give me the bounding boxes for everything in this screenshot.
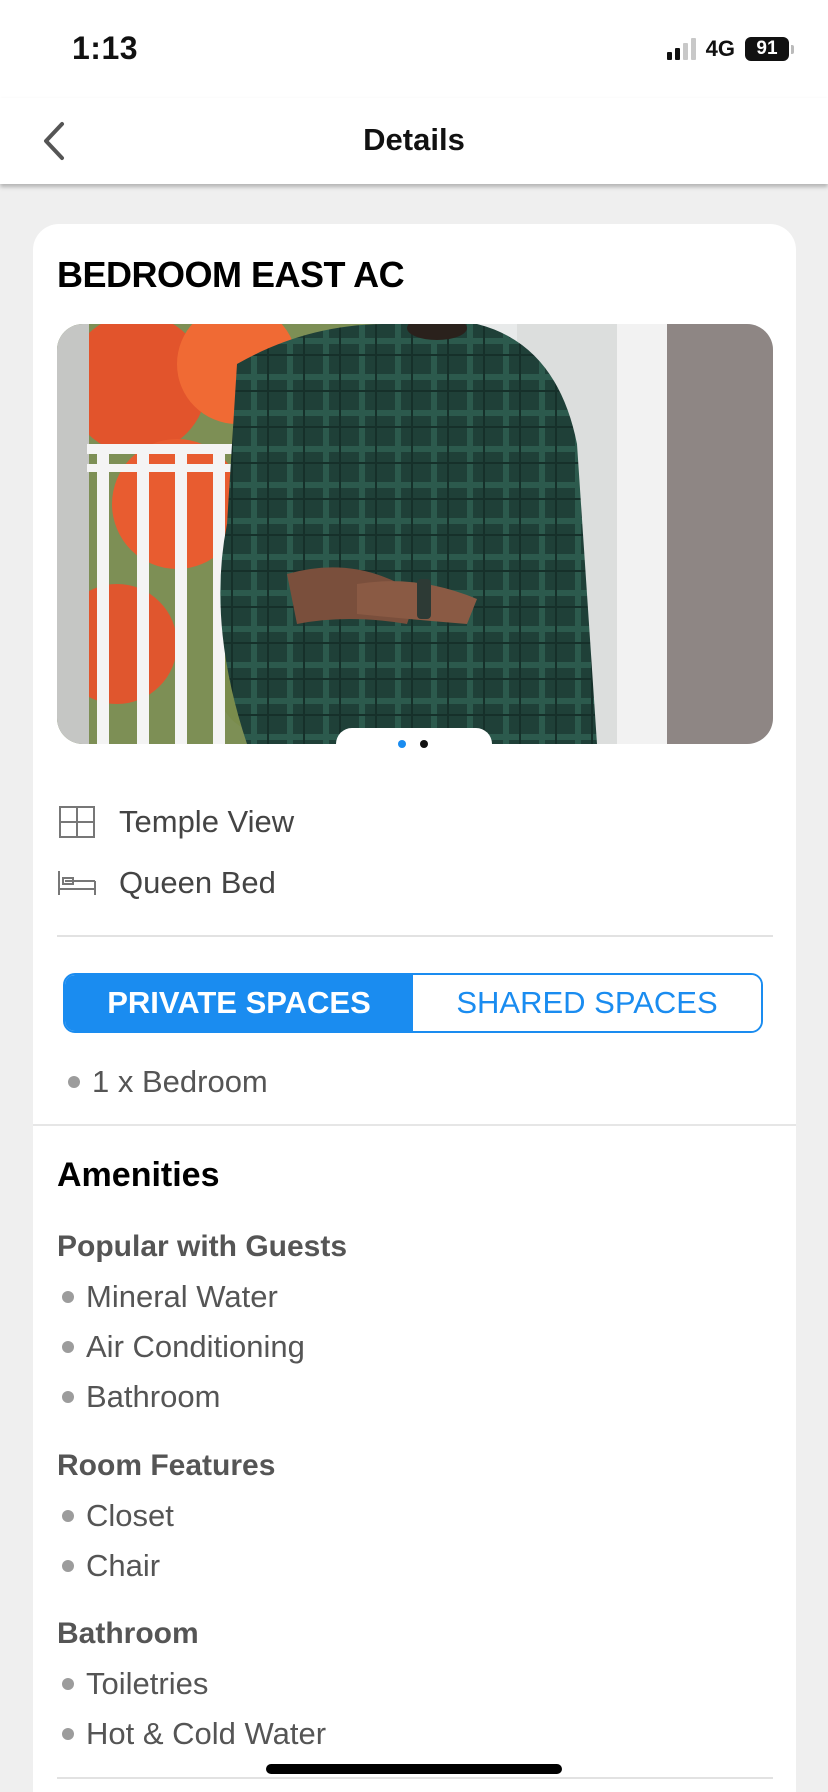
bullet-icon bbox=[62, 1678, 74, 1690]
carousel-dot-active[interactable] bbox=[398, 740, 406, 748]
room-details-card: BEDROOM EAST AC Temple View Queen Bed PR… bbox=[33, 224, 796, 1792]
amenities-title: Amenities bbox=[57, 1156, 220, 1194]
tab-shared-spaces[interactable]: SHARED SPACES bbox=[413, 975, 761, 1031]
amenity-group-title: Popular with Guests bbox=[57, 1230, 348, 1263]
room-photo[interactable] bbox=[57, 324, 773, 744]
list-item: Toiletries bbox=[62, 1666, 208, 1702]
feature-label: Queen Bed bbox=[119, 865, 276, 900]
battery-icon: 91 bbox=[745, 37, 794, 61]
divider bbox=[57, 935, 773, 937]
bullet-icon bbox=[62, 1728, 74, 1740]
list-item: Bathroom bbox=[62, 1379, 220, 1415]
bullet-icon bbox=[62, 1291, 74, 1303]
list-item: Hot & Cold Water bbox=[62, 1716, 326, 1752]
tab-private-spaces[interactable]: PRIVATE SPACES bbox=[65, 975, 413, 1031]
nav-bar: Details bbox=[0, 98, 828, 184]
feature-view: Temple View bbox=[57, 804, 294, 840]
amenity-group-title: Room Features bbox=[57, 1449, 276, 1482]
list-item: Closet bbox=[62, 1498, 174, 1534]
section-divider bbox=[33, 1124, 796, 1126]
feature-bed: Queen Bed bbox=[57, 865, 276, 901]
window-icon bbox=[57, 804, 97, 840]
status-time: 1:13 bbox=[72, 30, 139, 66]
bullet-icon bbox=[68, 1076, 80, 1088]
cellular-signal-icon bbox=[666, 38, 696, 60]
list-item: Air Conditioning bbox=[62, 1329, 305, 1365]
bullet-icon bbox=[62, 1341, 74, 1353]
list-item: Chair bbox=[62, 1548, 160, 1584]
home-indicator[interactable] bbox=[266, 1764, 562, 1774]
divider bbox=[57, 1777, 773, 1779]
page-title: Details bbox=[363, 122, 465, 157]
amenity-group-title: Bathroom bbox=[57, 1617, 199, 1650]
room-photo-image bbox=[57, 324, 773, 744]
list-item: Mineral Water bbox=[62, 1279, 278, 1315]
bullet-icon bbox=[62, 1391, 74, 1403]
status-indicators: 4G 91 bbox=[666, 36, 794, 62]
battery-level: 91 bbox=[745, 37, 789, 61]
feature-label: Temple View bbox=[119, 804, 295, 839]
bed-icon bbox=[57, 865, 97, 901]
carousel-indicator bbox=[336, 728, 492, 768]
carousel-dot[interactable] bbox=[420, 740, 428, 748]
spaces-segmented-control: PRIVATE SPACES SHARED SPACES bbox=[63, 973, 763, 1033]
room-title: BEDROOM EAST AC bbox=[57, 254, 405, 295]
network-type: 4G bbox=[705, 36, 735, 61]
bullet-icon bbox=[62, 1560, 74, 1572]
bullet-icon bbox=[62, 1510, 74, 1522]
status-bar: 1:13 4G 91 bbox=[0, 0, 828, 98]
list-item: 1 x Bedroom bbox=[68, 1064, 268, 1100]
